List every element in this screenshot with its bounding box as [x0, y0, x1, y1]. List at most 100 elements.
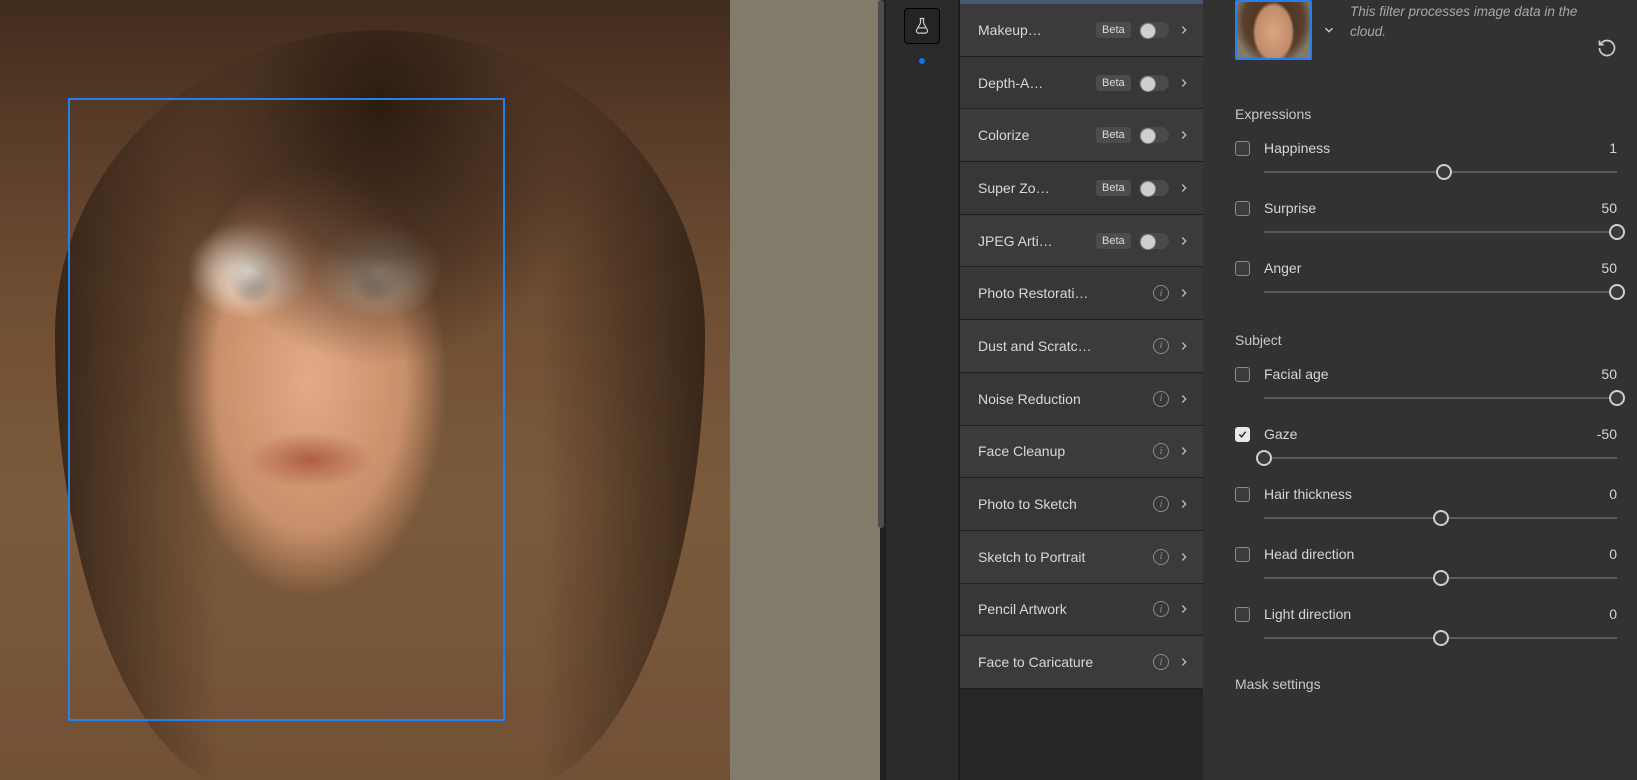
filter-label: Depth-A…	[978, 75, 1088, 91]
control-facial-age: Facial age50	[1235, 366, 1617, 408]
chevron-right-icon	[1177, 128, 1191, 142]
filter-label: Colorize	[978, 127, 1088, 143]
filter-row-2[interactable]: Colorize Beta	[960, 109, 1203, 162]
chevron-down-icon[interactable]	[1322, 23, 1336, 37]
slider-thumb[interactable]	[1433, 510, 1449, 526]
slider[interactable]	[1264, 162, 1617, 182]
flask-icon	[913, 17, 931, 35]
enable-checkbox[interactable]	[1235, 261, 1250, 276]
control-value[interactable]: -50	[1593, 426, 1617, 442]
slider[interactable]	[1264, 508, 1617, 528]
filter-label: JPEG Arti…	[978, 233, 1088, 249]
face-select-thumbnail[interactable]	[1235, 0, 1312, 60]
chevron-right-icon	[1177, 655, 1191, 669]
filter-label: Makeup…	[978, 22, 1088, 38]
filter-enable-toggle[interactable]	[1139, 233, 1169, 249]
slider[interactable]	[1264, 628, 1617, 648]
slider-thumb[interactable]	[1609, 224, 1625, 240]
filter-label: Dust and Scratc…	[978, 338, 1145, 354]
filter-options-panel: This filter processes image data in the …	[1203, 0, 1637, 780]
control-value[interactable]: 1	[1593, 140, 1617, 156]
slider[interactable]	[1264, 282, 1617, 302]
control-label: Happiness	[1264, 140, 1579, 156]
canvas-scrollbar[interactable]	[878, 0, 884, 528]
filter-row-12[interactable]: Face to Caricaturei	[960, 636, 1203, 689]
enable-checkbox[interactable]	[1235, 141, 1250, 156]
filter-row-7[interactable]: Noise Reduction i	[960, 373, 1203, 426]
filter-label: Noise Reduction	[978, 391, 1145, 407]
category-toolbar	[886, 0, 958, 780]
filter-row-9[interactable]: Photo to Sketch i	[960, 478, 1203, 531]
control-value[interactable]: 50	[1593, 260, 1617, 276]
info-icon[interactable]: i	[1153, 443, 1169, 459]
filter-row-5[interactable]: Photo Restorati…i	[960, 267, 1203, 320]
info-icon[interactable]: i	[1153, 601, 1169, 617]
control-label: Gaze	[1264, 426, 1579, 442]
filter-label: Photo to Sketch	[978, 496, 1145, 512]
control-value[interactable]: 0	[1593, 546, 1617, 562]
slider-thumb[interactable]	[1609, 284, 1625, 300]
control-gaze: Gaze -50	[1235, 426, 1617, 468]
filter-label: Face Cleanup	[978, 443, 1145, 459]
chevron-right-icon	[1177, 23, 1191, 37]
document-canvas[interactable]	[0, 0, 880, 780]
info-icon[interactable]: i	[1153, 391, 1169, 407]
slider-thumb[interactable]	[1433, 630, 1449, 646]
enable-checkbox[interactable]	[1235, 547, 1250, 562]
chevron-right-icon	[1177, 234, 1191, 248]
filter-row-0[interactable]: Makeup… Beta	[960, 4, 1203, 57]
enable-checkbox[interactable]	[1235, 201, 1250, 216]
enable-checkbox[interactable]	[1235, 607, 1250, 622]
info-icon[interactable]: i	[1153, 338, 1169, 354]
reset-icon	[1597, 38, 1617, 58]
info-icon[interactable]: i	[1153, 654, 1169, 670]
control-value[interactable]: 0	[1593, 486, 1617, 502]
section-title-mask: Mask settings	[1235, 676, 1617, 692]
control-value[interactable]: 0	[1593, 606, 1617, 622]
filter-enable-toggle[interactable]	[1139, 127, 1169, 143]
filter-row-8[interactable]: Face Cleanup i	[960, 426, 1203, 479]
slider-thumb[interactable]	[1433, 570, 1449, 586]
info-icon[interactable]: i	[1153, 549, 1169, 565]
beta-filters-button[interactable]	[904, 8, 940, 44]
chevron-right-icon	[1177, 76, 1191, 90]
control-label: Head direction	[1264, 546, 1579, 562]
chevron-right-icon	[1177, 339, 1191, 353]
enable-checkbox[interactable]	[1235, 487, 1250, 502]
control-value[interactable]: 50	[1593, 366, 1617, 382]
filter-row-4[interactable]: JPEG Arti… Beta	[960, 215, 1203, 268]
control-head-direction: Head direction 0	[1235, 546, 1617, 588]
beta-badge: Beta	[1096, 233, 1131, 249]
enable-checkbox[interactable]	[1235, 367, 1250, 382]
slider-thumb[interactable]	[1436, 164, 1452, 180]
enable-checkbox[interactable]	[1235, 427, 1250, 442]
slider-thumb[interactable]	[1256, 450, 1272, 466]
filter-enable-toggle[interactable]	[1139, 180, 1169, 196]
slider-thumb[interactable]	[1609, 390, 1625, 406]
control-happiness: Happiness 1	[1235, 140, 1617, 182]
chevron-right-icon	[1177, 602, 1191, 616]
info-icon[interactable]: i	[1153, 496, 1169, 512]
beta-badge: Beta	[1096, 127, 1131, 143]
filter-row-3[interactable]: Super Zo…Beta	[960, 162, 1203, 215]
photo-image	[0, 0, 730, 780]
filter-row-6[interactable]: Dust and Scratc… i	[960, 320, 1203, 373]
chevron-right-icon	[1177, 497, 1191, 511]
info-icon[interactable]: i	[1153, 285, 1169, 301]
beta-badge: Beta	[1096, 22, 1131, 38]
active-category-indicator	[919, 58, 925, 64]
filter-row-10[interactable]: Sketch to Portraiti	[960, 531, 1203, 584]
control-surprise: Surprise50	[1235, 200, 1617, 242]
beta-badge: Beta	[1096, 180, 1131, 196]
slider[interactable]	[1264, 222, 1617, 242]
filter-row-11[interactable]: Pencil Artworki	[960, 584, 1203, 637]
slider[interactable]	[1264, 388, 1617, 408]
filter-enable-toggle[interactable]	[1139, 75, 1169, 91]
slider[interactable]	[1264, 568, 1617, 588]
slider[interactable]	[1264, 448, 1617, 468]
reset-button[interactable]	[1597, 0, 1617, 58]
chevron-right-icon	[1177, 444, 1191, 458]
control-value[interactable]: 50	[1593, 200, 1617, 216]
filter-row-1[interactable]: Depth-A…Beta	[960, 57, 1203, 110]
filter-enable-toggle[interactable]	[1139, 22, 1169, 38]
